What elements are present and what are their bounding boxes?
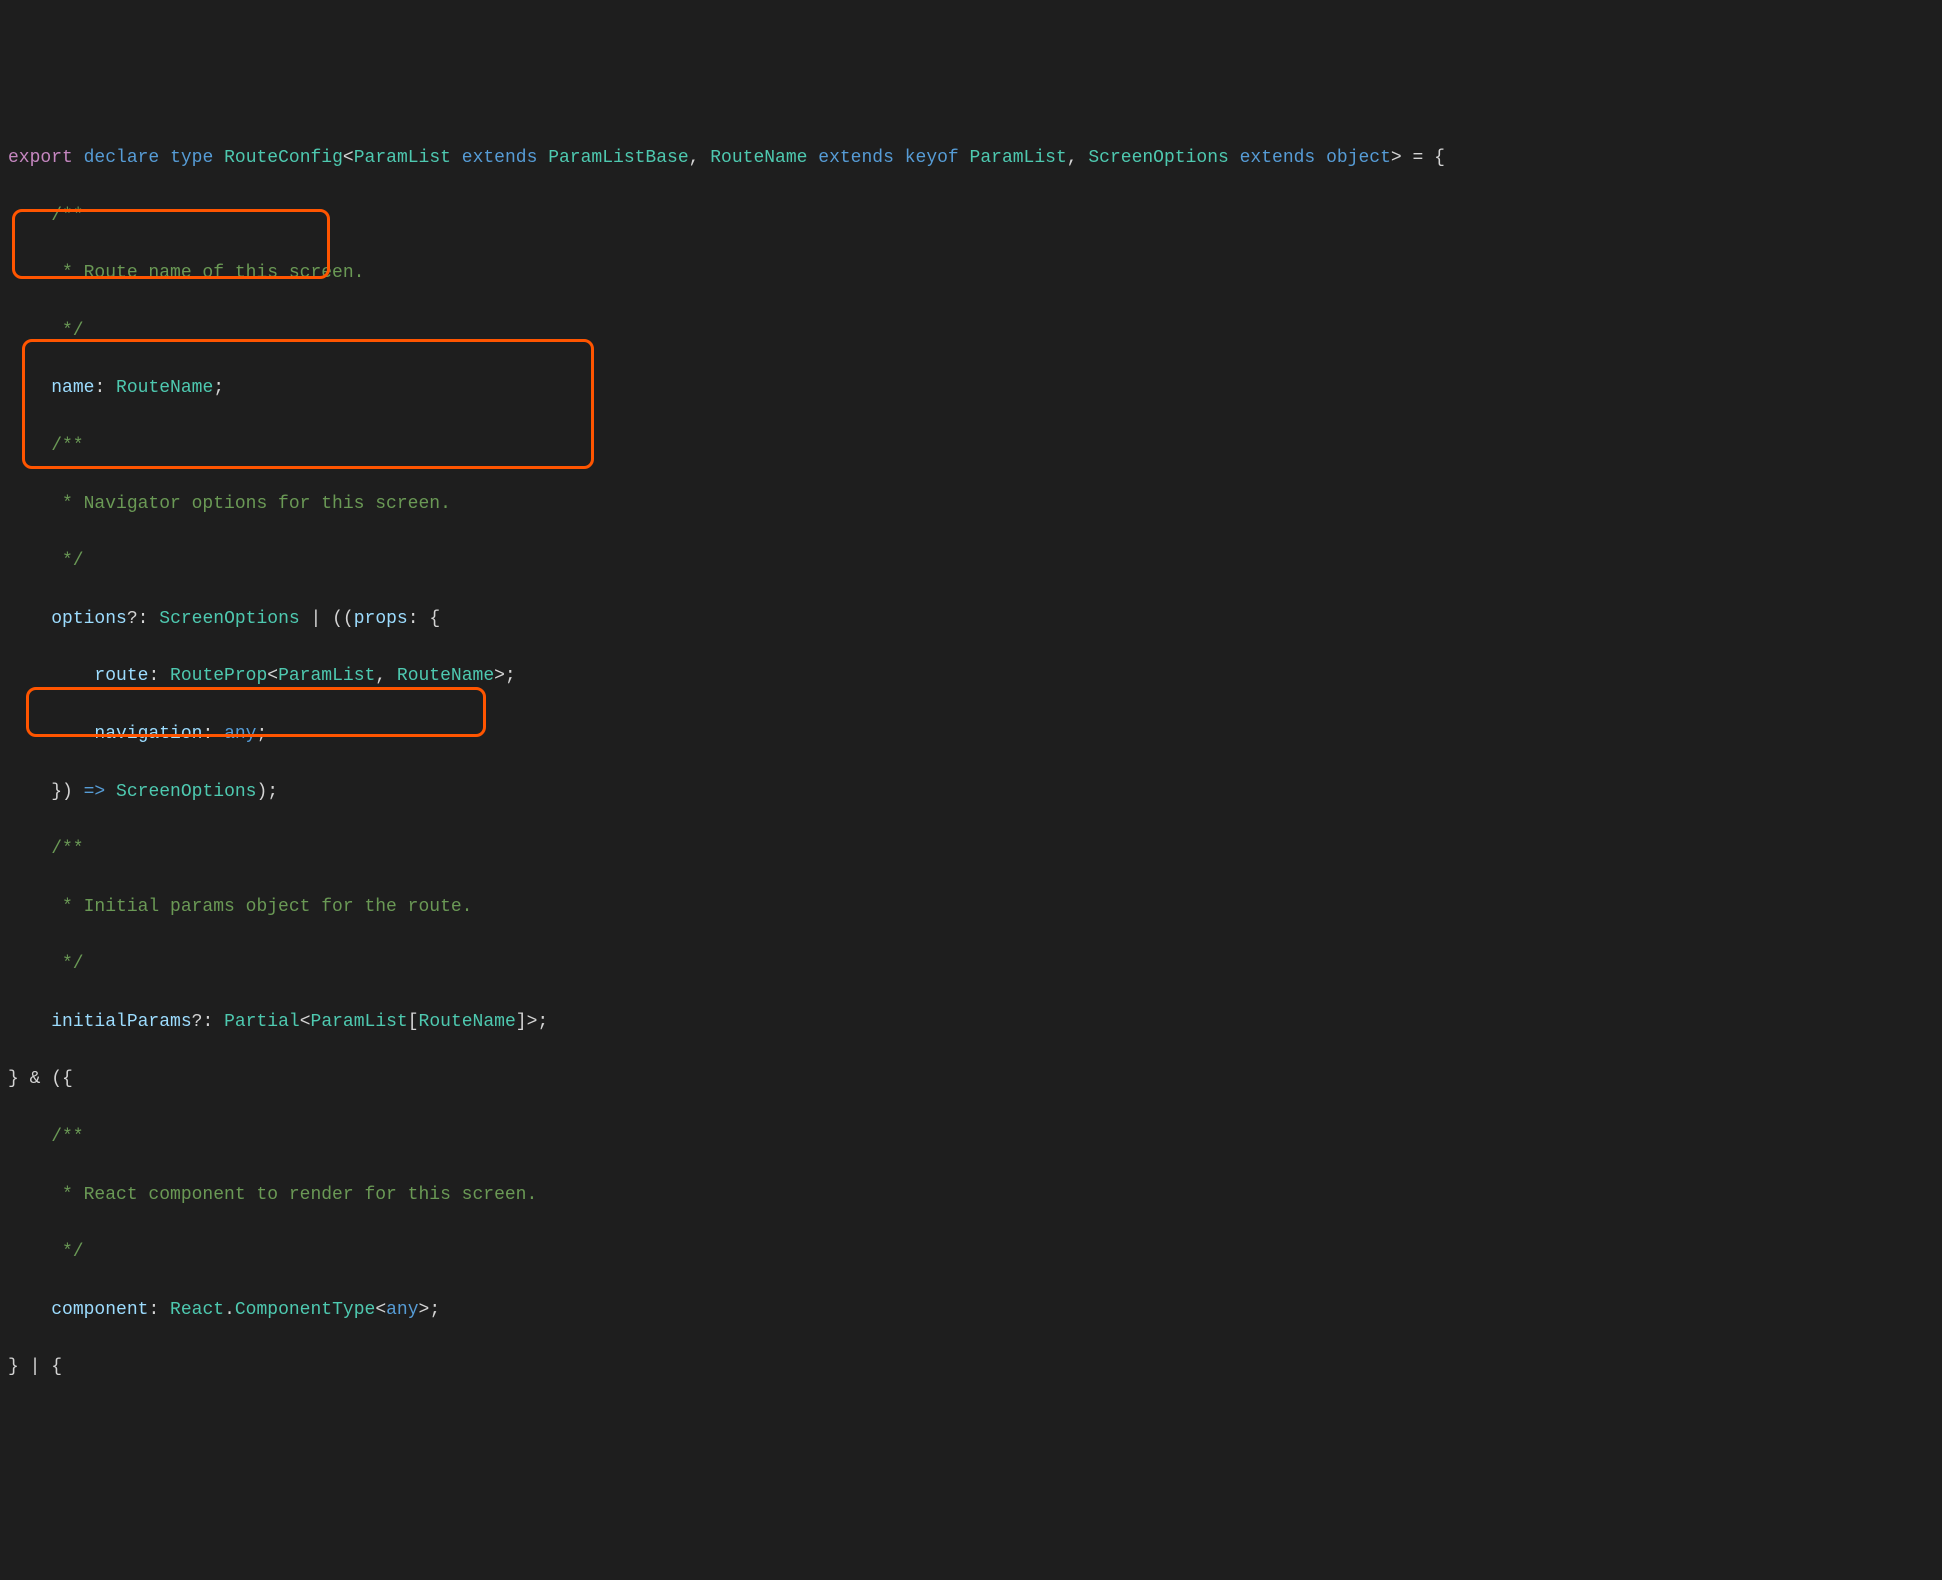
keyword-extends: extends <box>818 148 894 168</box>
punct: > = { <box>1391 148 1445 168</box>
code-line: name: RouteName; <box>8 374 1934 403</box>
generic-param: ScreenOptions <box>1088 148 1228 168</box>
arrow-operator: => <box>84 782 106 802</box>
property-name: navigation <box>94 724 202 744</box>
type-ref: ScreenOptions <box>159 609 299 629</box>
code-line: component: React.ComponentType<any>; <box>8 1296 1934 1325</box>
type-ref: RouteName <box>116 378 213 398</box>
type-ref: ParamList <box>278 666 375 686</box>
keyword-any: any <box>386 1300 418 1320</box>
generic-param: RouteName <box>710 148 807 168</box>
param-name: props <box>354 609 408 629</box>
comment-line: /** <box>8 835 1934 864</box>
generic-param: ParamList <box>354 148 451 168</box>
comment-line: */ <box>8 1238 1934 1267</box>
code-editor[interactable]: export declare type RouteConfig<ParamLis… <box>0 115 1942 1526</box>
comment-line: /** <box>8 432 1934 461</box>
comment-line: /** <box>8 202 1934 231</box>
type-ref: RouteName <box>419 1012 516 1032</box>
type-identifier: RouteConfig <box>224 148 343 168</box>
comment-line: /** <box>8 1123 1934 1152</box>
keyword-declare: declare <box>84 148 160 168</box>
code-line: route: RouteProp<ParamList, RouteName>; <box>8 662 1934 691</box>
type-ref: ParamList <box>311 1012 408 1032</box>
code-line: initialParams?: Partial<ParamList[RouteN… <box>8 1008 1934 1037</box>
property-name: component <box>51 1300 148 1320</box>
code-line: export declare type RouteConfig<ParamLis… <box>8 144 1934 173</box>
type-ref: ParamListBase <box>548 148 688 168</box>
comment-line: */ <box>8 547 1934 576</box>
comment-line: * React component to render for this scr… <box>8 1181 1934 1210</box>
comment-line: * Route name of this screen. <box>8 259 1934 288</box>
keyword-type: type <box>170 148 213 168</box>
property-name: initialParams <box>51 1012 191 1032</box>
property-name: name <box>51 378 94 398</box>
type-ref: ComponentType <box>235 1300 375 1320</box>
code-line: } | { <box>8 1353 1934 1382</box>
type-ref: ScreenOptions <box>116 782 256 802</box>
keyword-extends: extends <box>1240 148 1316 168</box>
keyword-keyof: keyof <box>905 148 959 168</box>
code-line: navigation: any; <box>8 720 1934 749</box>
comment-line: */ <box>8 317 1934 346</box>
type-ref: RouteName <box>397 666 494 686</box>
keyword-extends: extends <box>462 148 538 168</box>
code-line: options?: ScreenOptions | ((props: { <box>8 605 1934 634</box>
keyword-object: object <box>1326 148 1391 168</box>
property-name: route <box>94 666 148 686</box>
keyword-any: any <box>224 724 256 744</box>
namespace: React <box>170 1300 224 1320</box>
code-line: } & ({ <box>8 1065 1934 1094</box>
type-ref: Partial <box>224 1012 300 1032</box>
keyword-export: export <box>8 148 73 168</box>
comment-line: */ <box>8 950 1934 979</box>
code-line: }) => ScreenOptions); <box>8 778 1934 807</box>
type-ref: ParamList <box>970 148 1067 168</box>
comment-line: * Initial params object for the route. <box>8 893 1934 922</box>
type-ref: RouteProp <box>170 666 267 686</box>
comment-line: * Navigator options for this screen. <box>8 490 1934 519</box>
property-name: options <box>51 609 127 629</box>
